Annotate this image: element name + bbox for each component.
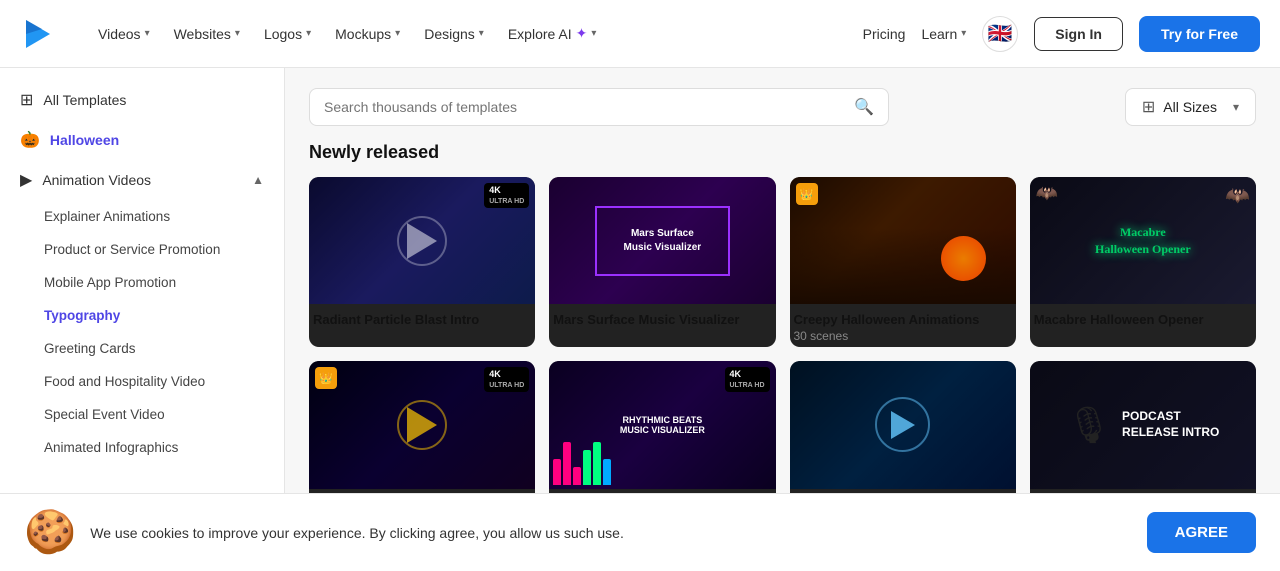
nav-videos[interactable]: Videos ▾ <box>88 20 160 48</box>
card-title: Radiant Particle Blast Intro <box>313 312 531 327</box>
chevron-down-icon: ▾ <box>591 28 596 39</box>
cookie-icon: 🍪 <box>24 508 76 557</box>
thumb-text: PODCASTRELEASE INTRO <box>1122 409 1219 440</box>
ai-star-icon: ✦ <box>576 25 588 42</box>
template-thumbnail: 4KULTRA HD RHYTHMIC BEATSMUSIC VISUALIZE… <box>549 361 775 488</box>
card-title: Mars Surface Music Visualizer <box>553 312 771 327</box>
header-right: Pricing Learn ▾ 🇬🇧 Sign In Try for Free <box>863 16 1260 52</box>
template-card[interactable]: 👑 Creepy Halloween Animations 30 scenes <box>790 177 1016 347</box>
sidebar-item-halloween[interactable]: 🎃 Halloween <box>0 120 284 160</box>
nav-mockups[interactable]: Mockups ▾ <box>325 20 410 48</box>
video-icon: ▶ <box>20 170 32 190</box>
template-thumbnail: Mars SurfaceMusic Visualizer <box>549 177 775 304</box>
search-bar[interactable]: 🔍 <box>309 88 889 126</box>
size-filter[interactable]: ⊞ All Sizes ▾ <box>1125 88 1256 126</box>
cookie-left: 🍪 We use cookies to improve your experie… <box>24 508 624 557</box>
agree-button[interactable]: AGREE <box>1147 512 1256 553</box>
learn-button[interactable]: Learn ▾ <box>921 26 966 42</box>
sidebar-item-animation-videos[interactable]: ▶ Animation Videos ▲ <box>0 160 284 200</box>
template-thumbnail <box>790 361 1016 488</box>
play-icon <box>891 411 915 439</box>
language-selector[interactable]: 🇬🇧 <box>982 16 1018 52</box>
chevron-down-icon: ▾ <box>395 28 400 39</box>
nav-designs[interactable]: Designs ▾ <box>414 20 494 48</box>
template-thumbnail: 👑 4KULTRA HD <box>309 361 535 488</box>
card-subtitle: 30 scenes <box>794 329 1012 343</box>
play-button <box>875 397 930 452</box>
thumb-text: RHYTHMIC BEATSMUSIC VISUALIZER <box>620 415 705 435</box>
card-title: Macabre Halloween Opener <box>1034 312 1252 327</box>
templates-grid-row1: 4KULTRA HD Radiant Particle Blast Intro … <box>309 177 1256 347</box>
thumb-text: Mars SurfaceMusic Visualizer <box>620 223 706 259</box>
badge-4k: 4KULTRA HD <box>484 183 529 208</box>
sidebar-item-explainer-animations[interactable]: Explainer Animations <box>0 200 284 233</box>
pricing-link[interactable]: Pricing <box>863 26 906 42</box>
chevron-up-icon: ▲ <box>252 173 264 187</box>
sidebar-item-greeting-cards[interactable]: Greeting Cards <box>0 332 284 365</box>
badge-4k: 4KULTRA HD <box>725 367 770 392</box>
cookie-banner: 🍪 We use cookies to improve your experie… <box>0 493 1280 571</box>
chevron-down-icon: ▾ <box>235 28 240 39</box>
nav-logos[interactable]: Logos ▾ <box>254 20 321 48</box>
play-icon <box>407 407 437 443</box>
sidebar-item-animated-infographics[interactable]: Animated Infographics <box>0 431 284 464</box>
template-card[interactable]: 4KULTRA HD Radiant Particle Blast Intro <box>309 177 535 347</box>
thumb-text: MacabreHalloween Opener <box>1095 224 1191 258</box>
nav-websites[interactable]: Websites ▾ <box>164 20 250 48</box>
play-button <box>397 400 447 450</box>
try-free-button[interactable]: Try for Free <box>1139 16 1260 52</box>
template-card[interactable]: MacabreHalloween Opener 🦇 🦇 Macabre Hall… <box>1030 177 1256 347</box>
play-icon <box>407 223 437 259</box>
sidebar-item-mobile-app[interactable]: Mobile App Promotion <box>0 266 284 299</box>
main-nav: Videos ▾ Websites ▾ Logos ▾ Mockups ▾ De… <box>88 19 606 48</box>
chevron-down-icon: ▾ <box>1233 100 1239 114</box>
header: Videos ▾ Websites ▾ Logos ▾ Mockups ▾ De… <box>0 0 1280 68</box>
chevron-down-icon: ▾ <box>145 28 150 39</box>
grid-icon: ⊞ <box>20 90 33 110</box>
card-title: Creepy Halloween Animations <box>794 312 1012 327</box>
badge-crown: 👑 <box>796 183 818 205</box>
chevron-down-icon: ▾ <box>306 28 311 39</box>
sidebar-item-special-event[interactable]: Special Event Video <box>0 398 284 431</box>
search-input[interactable] <box>324 99 844 115</box>
template-thumbnail: 4KULTRA HD <box>309 177 535 304</box>
sidebar-item-product-service[interactable]: Product or Service Promotion <box>0 233 284 266</box>
template-card[interactable]: Mars SurfaceMusic Visualizer Mars Surfac… <box>549 177 775 347</box>
template-thumbnail: 🎙 PODCASTRELEASE INTRO <box>1030 361 1256 488</box>
sidebar-item-food-hospitality[interactable]: Food and Hospitality Video <box>0 365 284 398</box>
nav-explore-ai[interactable]: Explore AI ✦ ▾ <box>498 19 607 48</box>
search-icon: 🔍 <box>854 97 874 117</box>
sidebar-item-typography[interactable]: Typography <box>0 299 284 332</box>
chevron-down-icon: ▾ <box>479 28 484 39</box>
template-thumbnail: MacabreHalloween Opener 🦇 🦇 <box>1030 177 1256 304</box>
pumpkin-icon: 🎃 <box>20 130 40 150</box>
microphone-icon: 🎙 <box>1066 404 1112 446</box>
cookie-text: We use cookies to improve your experienc… <box>90 525 624 541</box>
section-title: Newly released <box>309 142 1256 163</box>
play-button <box>397 216 447 266</box>
signin-button[interactable]: Sign In <box>1034 17 1123 51</box>
badge-crown: 👑 <box>315 367 337 389</box>
template-thumbnail: 👑 <box>790 177 1016 304</box>
badge-4k: 4KULTRA HD <box>484 367 529 392</box>
sidebar-item-all-templates[interactable]: ⊞ All Templates <box>0 80 284 120</box>
chevron-down-icon: ▾ <box>961 28 966 39</box>
logo[interactable] <box>20 16 56 52</box>
main-toolbar: 🔍 ⊞ All Sizes ▾ <box>309 88 1256 126</box>
filter-icon: ⊞ <box>1142 97 1155 117</box>
